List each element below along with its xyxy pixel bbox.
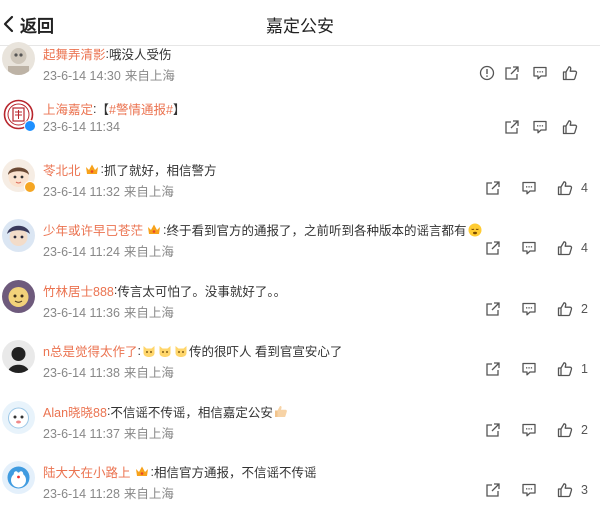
avatar[interactable]	[2, 42, 35, 75]
comment-source: 来自上海	[123, 184, 174, 199]
avatar[interactable]	[2, 461, 35, 494]
comment-row: n总是觉得太作了: 传的很吓人 看到官宣安心了 23-6-14 11:38 来自上…	[0, 336, 600, 397]
comment-text: 哦没人受伤	[109, 48, 172, 62]
reply-icon[interactable]	[521, 301, 537, 317]
comment-time: 23-6-14 11:36	[43, 305, 120, 320]
comment-text: 终于看到官方的通报了，之前听到各种版本的谣言都有	[166, 224, 467, 238]
username[interactable]: 上海嘉定	[43, 99, 93, 118]
share-icon[interactable]	[504, 119, 520, 135]
like-count: 2	[581, 301, 588, 316]
comment-text: 传言太可怕了。没事就好了。。	[117, 284, 287, 299]
comment-row: 苓北北 : 抓了就好，相信警方 23-6-14 11:32 来自上海 4	[0, 155, 600, 216]
thumbs-up-emoji-icon	[274, 404, 288, 418]
comment-separator: :	[137, 343, 141, 358]
cat-emoji-icon	[142, 344, 156, 358]
like-icon[interactable]	[557, 361, 573, 377]
username[interactable]: 陆大大在小路上	[43, 462, 131, 481]
reply-icon[interactable]	[532, 65, 548, 81]
comment-source: 来自上海	[123, 426, 174, 441]
comment-text: 相信官方通报，不信谣不传谣	[154, 466, 317, 480]
like-icon[interactable]	[557, 240, 573, 256]
reply-icon[interactable]	[521, 422, 537, 438]
like-icon[interactable]	[557, 482, 573, 498]
comment-source: 来自上海	[123, 366, 174, 380]
reply-icon[interactable]	[521, 482, 537, 498]
avatar[interactable]	[2, 340, 35, 373]
share-icon[interactable]	[485, 361, 501, 377]
comment-text: 抓了就好，相信警方	[104, 163, 217, 178]
comment-time: 23-6-14 14:30	[43, 69, 121, 83]
like-icon[interactable]	[557, 422, 573, 438]
cat-emoji-icon	[158, 344, 172, 358]
comment-text-after: 】	[172, 103, 186, 117]
reply-icon[interactable]	[532, 119, 548, 135]
sleepy-emoji-icon	[468, 223, 482, 237]
cat-emoji-icon	[174, 344, 188, 358]
hashtag-link[interactable]: #警情通报#	[109, 99, 173, 118]
comment-row: Alan晓晓88: 不信谣不传谣，相信嘉定公安 23-6-14 11:37 来自上海…	[0, 397, 600, 458]
verified-badge-icon	[24, 120, 36, 132]
reply-icon[interactable]	[521, 361, 537, 377]
reply-icon[interactable]	[521, 240, 537, 256]
comment-time: 23-6-14 11:24	[43, 245, 120, 259]
like-count: 4	[581, 241, 588, 255]
vip-badge-icon	[24, 180, 36, 193]
comment-row: 上海嘉定: 【#警情通报# 】 23-6-14 11:34	[0, 94, 600, 155]
share-icon[interactable]	[485, 240, 501, 256]
comment-source: 来自上海	[124, 69, 175, 83]
share-icon[interactable]	[504, 65, 520, 81]
crown-icon	[135, 465, 149, 478]
report-icon[interactable]	[479, 65, 495, 81]
crown-icon	[85, 163, 99, 176]
like-count: 3	[581, 483, 588, 497]
like-icon[interactable]	[562, 65, 578, 81]
comment-source: 来自上海	[123, 305, 174, 320]
username[interactable]: 竹林居士888	[43, 281, 114, 300]
comment-time: 23-6-14 11:28	[43, 487, 120, 501]
comment-source: 来自上海	[123, 487, 174, 501]
crown-icon	[147, 223, 161, 236]
share-icon[interactable]	[485, 482, 501, 498]
username[interactable]: 起舞弄清影	[43, 44, 106, 63]
comment-text: 传的很吓人 看到官宣安心了	[188, 345, 343, 359]
share-icon[interactable]	[485, 180, 501, 196]
share-icon[interactable]	[485, 301, 501, 317]
like-icon[interactable]	[557, 301, 573, 317]
like-count: 2	[581, 422, 588, 437]
comment-time: 23-6-14 11:38	[43, 366, 120, 380]
username[interactable]: 苓北北	[43, 160, 81, 179]
page-title: 嘉定公安	[266, 17, 334, 36]
like-icon[interactable]	[562, 119, 578, 135]
comment-row: 竹林居士888: 传言太可怕了。没事就好了。。 23-6-14 11:36 来自上海…	[0, 276, 600, 337]
comment-time: 23-6-14 11:32	[43, 184, 120, 199]
reply-icon[interactable]	[521, 180, 537, 196]
comment-text: 不信谣不传谣，相信嘉定公安	[110, 405, 273, 420]
like-icon[interactable]	[557, 180, 573, 196]
like-count: 4	[581, 180, 588, 195]
username[interactable]: Alan晓晓88	[43, 402, 107, 421]
like-count: 1	[581, 362, 588, 376]
top-bar: 返回 嘉定公安	[0, 0, 600, 46]
comment-time: 23-6-14 11:37	[43, 426, 120, 441]
avatar[interactable]	[2, 400, 35, 434]
username[interactable]: n总是觉得太作了	[43, 341, 137, 360]
username[interactable]: 少年或许早已苍茫	[43, 220, 143, 239]
comment-source: 来自上海	[123, 245, 174, 259]
avatar[interactable]	[2, 219, 35, 252]
avatar[interactable]	[2, 279, 35, 313]
comment-time: 23-6-14 11:34	[43, 120, 120, 134]
share-icon[interactable]	[485, 422, 501, 438]
comment-row: 陆大大在小路上 : 相信官方通报，不信谣不传谣 23-6-14 11:28 来自上海…	[0, 457, 600, 518]
comment-row: 少年或许早已苍茫 : 终于看到官方的通报了，之前听到各种版本的谣言都有 23-6-…	[0, 215, 600, 276]
comment-text: 【	[96, 103, 110, 117]
comment-list: 起舞弄清影: 哦没人受伤 23-6-14 14:30 来自上海 上海嘉定: 【#警情通…	[0, 42, 600, 501]
